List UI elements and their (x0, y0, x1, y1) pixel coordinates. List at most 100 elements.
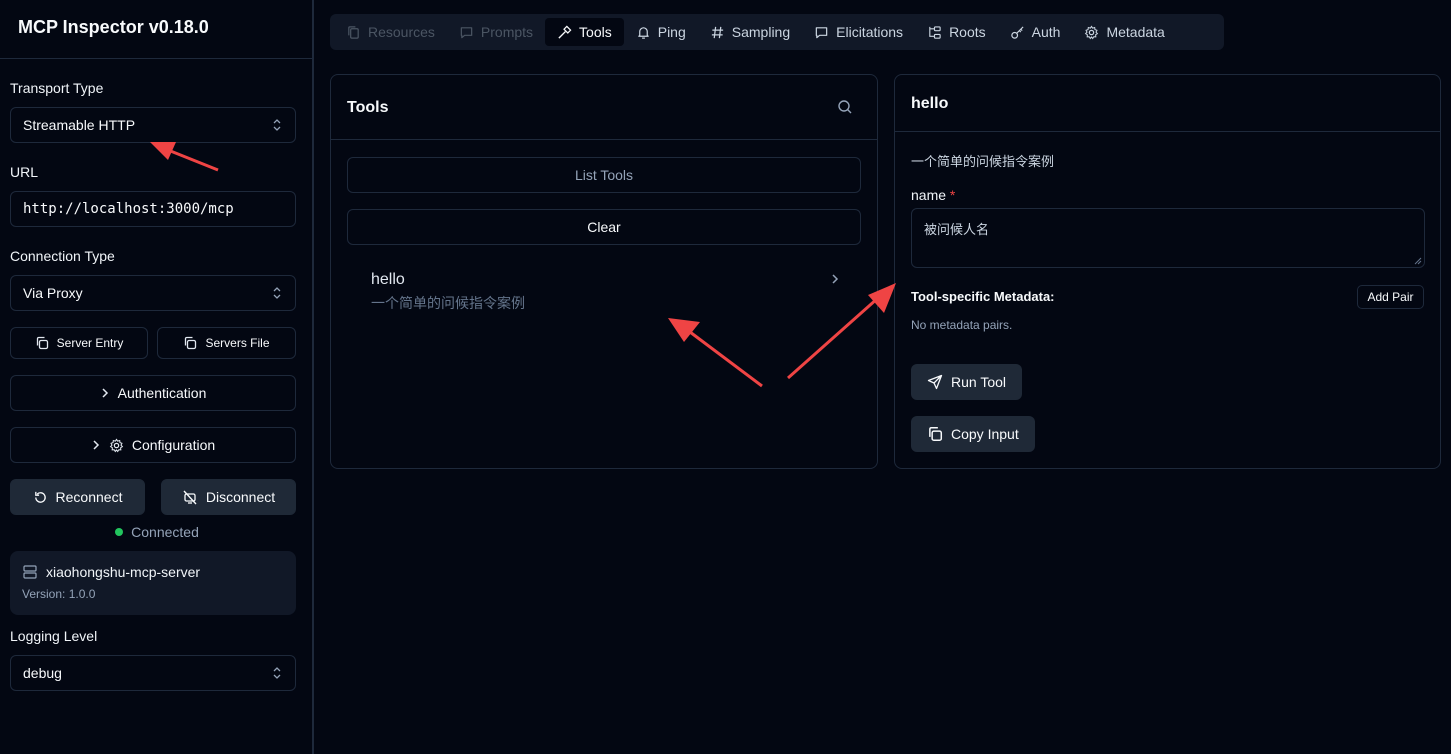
tab-label: Roots (949, 24, 986, 40)
hash-icon (710, 25, 725, 40)
reconnect-label: Reconnect (55, 489, 123, 505)
chevron-right-icon (100, 387, 110, 399)
tab-label: Sampling (731, 24, 791, 40)
logging-level-value: debug (23, 665, 62, 681)
url-label: URL (10, 164, 39, 180)
tool-name: hello (371, 271, 405, 288)
copy-icon (183, 336, 197, 350)
transport-type-label: Transport Type (10, 80, 104, 96)
url-value: http://localhost:3000/mcp (23, 201, 234, 217)
tab-metadata[interactable]: Metadata (1072, 18, 1176, 46)
message-icon (814, 25, 829, 40)
copy-input-button[interactable]: Copy Input (911, 416, 1035, 452)
server-name: xiaohongshu-mcp-server (46, 564, 201, 580)
transport-type-value: Streamable HTTP (23, 117, 136, 133)
url-input[interactable]: http://localhost:3000/mcp (10, 191, 296, 227)
tab-label: Auth (1031, 24, 1061, 40)
server-entry-label: Server Entry (56, 336, 124, 350)
chevron-right-icon (91, 439, 101, 451)
server-icon (22, 564, 38, 580)
tab-label: Tools (579, 24, 612, 40)
list-tools-button[interactable]: List Tools (347, 157, 861, 193)
connection-type-label: Connection Type (10, 248, 115, 264)
tools-panel-title: Tools (347, 99, 389, 116)
tab-label: Ping (657, 24, 686, 40)
argument-name-textarea[interactable]: 被问候人名 (911, 208, 1425, 268)
chevrons-up-down-icon (272, 666, 282, 680)
chevron-right-icon (829, 271, 841, 287)
chevrons-up-down-icon (272, 286, 282, 300)
unplug-icon (182, 490, 198, 505)
send-icon (927, 374, 943, 390)
argument-label: name * (911, 187, 955, 203)
connection-type-select[interactable]: Via Proxy (10, 275, 296, 311)
main-tabs: Resources Prompts Tools Ping Sampling El… (330, 14, 1224, 50)
gear-icon (1084, 24, 1099, 40)
copy-icon (927, 426, 943, 442)
disconnect-label: Disconnect (205, 489, 276, 505)
resize-handle-icon[interactable] (1414, 257, 1422, 265)
server-entry-button[interactable]: Server Entry (10, 327, 148, 359)
tools-panel: Tools List Tools Clear hello 一个简单的问候指令案例 (330, 74, 878, 469)
sidebar: MCP Inspector v0.18.0 Transport Type Str… (0, 0, 314, 754)
app: MCP Inspector v0.18.0 Transport Type Str… (0, 0, 1451, 754)
logging-level-label: Logging Level (10, 628, 98, 644)
disconnect-button[interactable]: Disconnect (161, 479, 296, 515)
tab-label: Metadata (1106, 24, 1165, 40)
status-text: Connected (131, 524, 199, 540)
search-icon[interactable] (837, 99, 853, 115)
tab-label: Elicitations (836, 24, 904, 40)
bell-icon (636, 25, 651, 40)
gear-icon (109, 437, 124, 453)
tools-panel-header: Tools (331, 75, 877, 140)
tab-tools[interactable]: Tools (545, 18, 624, 46)
hammer-icon (557, 25, 572, 40)
run-tool-button[interactable]: Run Tool (911, 364, 1023, 400)
authentication-button[interactable]: Authentication (10, 375, 296, 411)
key-icon (1010, 25, 1025, 40)
servers-file-label: Servers File (205, 336, 270, 350)
tool-detail-panel: hello 一个简单的问候指令案例 name * 被问候人名 Tool-spec… (894, 74, 1441, 469)
reconnect-button[interactable]: Reconnect (10, 479, 145, 515)
rotate-ccw-icon (33, 490, 48, 505)
folder-tree-icon (927, 25, 942, 40)
required-marker: * (949, 187, 956, 203)
tab-prompts[interactable]: Prompts (447, 18, 545, 46)
server-version: Version: 1.0.0 (22, 587, 96, 601)
tab-auth[interactable]: Auth (998, 18, 1073, 46)
tool-detail-header: hello (895, 75, 1440, 132)
clear-button[interactable]: Clear (347, 209, 861, 245)
status-dot (115, 528, 124, 536)
files-icon (346, 25, 361, 40)
connection-status: Connected (0, 524, 314, 540)
metadata-empty-text: No metadata pairs. (911, 318, 1013, 332)
authentication-label: Authentication (117, 385, 207, 401)
tool-detail-title: hello (911, 95, 949, 112)
tool-description: 一个简单的问候指令案例 (371, 295, 525, 311)
run-tool-label: Run Tool (951, 374, 1007, 390)
configuration-label: Configuration (131, 437, 216, 453)
tab-label: Prompts (480, 24, 534, 40)
configuration-button[interactable]: Configuration (10, 427, 296, 463)
tab-ping[interactable]: Ping (624, 18, 698, 46)
connection-type-value: Via Proxy (23, 285, 83, 301)
tab-resources[interactable]: Resources (334, 18, 447, 46)
logging-level-select[interactable]: debug (10, 655, 296, 691)
server-info-card: xiaohongshu-mcp-server Version: 1.0.0 (10, 551, 296, 615)
add-pair-button[interactable]: Add Pair (1357, 285, 1424, 309)
sidebar-header: MCP Inspector v0.18.0 (0, 0, 312, 59)
tab-roots[interactable]: Roots (915, 18, 998, 46)
metadata-label: Tool-specific Metadata: (911, 289, 1055, 304)
argument-name: name (911, 187, 947, 203)
tab-label: Resources (368, 24, 435, 40)
servers-file-button[interactable]: Servers File (157, 327, 296, 359)
argument-placeholder: 被问候人名 (924, 222, 990, 237)
tool-detail-description: 一个简单的问候指令案例 (911, 154, 1055, 169)
tool-list-item[interactable]: hello 一个简单的问候指令案例 (371, 271, 841, 311)
app-title: MCP Inspector v0.18.0 (18, 17, 209, 37)
transport-type-select[interactable]: Streamable HTTP (10, 107, 296, 143)
tab-sampling[interactable]: Sampling (698, 18, 802, 46)
copy-input-label: Copy Input (951, 426, 1019, 442)
tab-elicitations[interactable]: Elicitations (802, 18, 915, 46)
copy-icon (35, 336, 49, 350)
